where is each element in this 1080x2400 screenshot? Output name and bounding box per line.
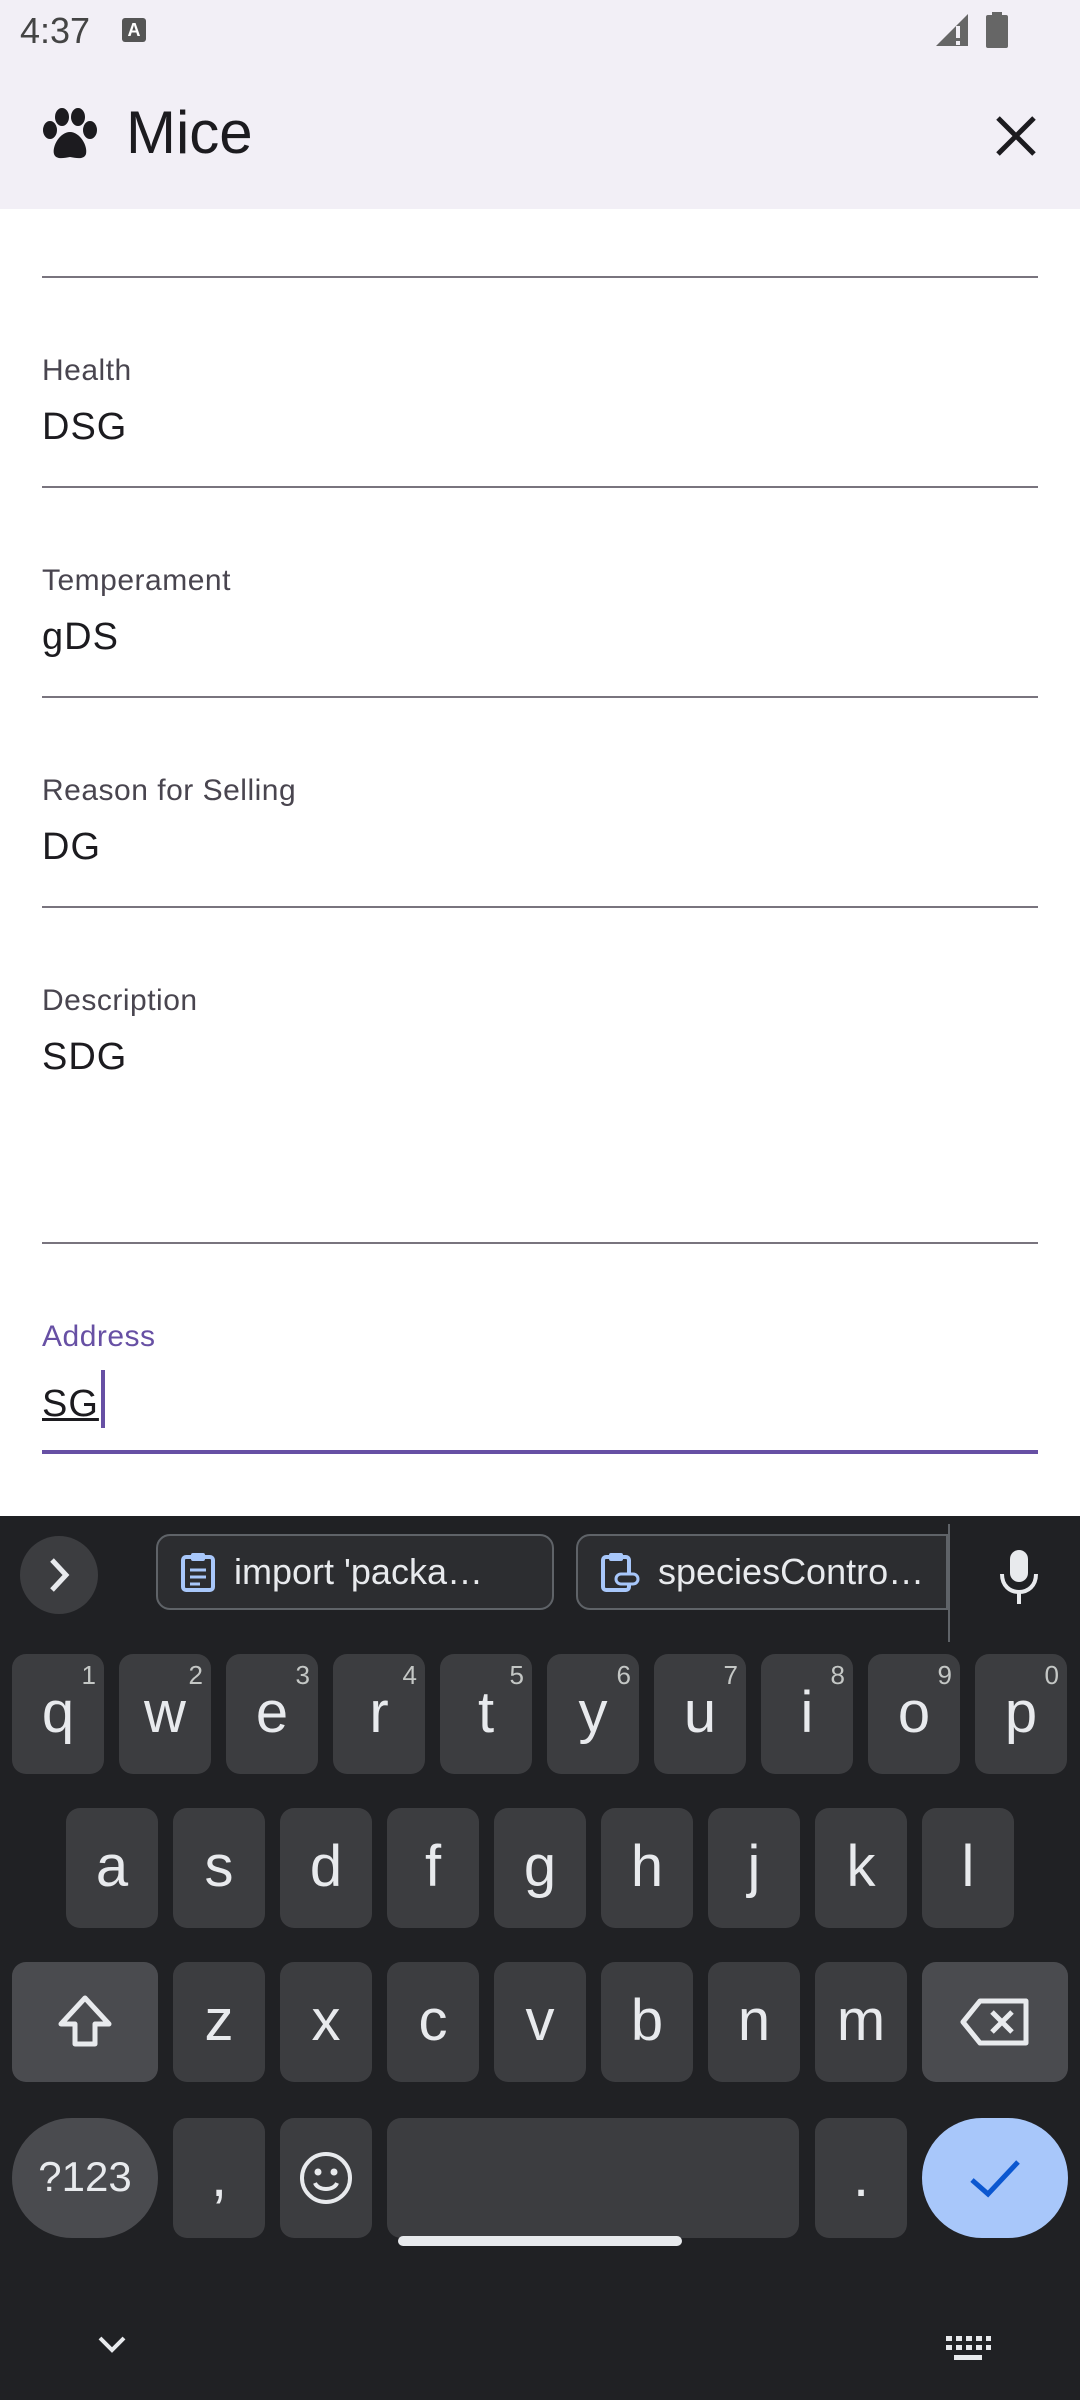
microphone-icon[interactable] — [998, 1548, 1040, 1606]
symbols-key[interactable]: ?123 — [12, 2118, 158, 2238]
clipboard-chip[interactable]: import 'packa… — [156, 1534, 554, 1610]
key-v[interactable]: v — [494, 1962, 586, 2082]
field-underline-focused — [42, 1450, 1038, 1454]
page-title: Mice — [126, 99, 253, 166]
form-field-partial[interactable] — [42, 209, 1038, 279]
emoji-icon — [300, 2152, 352, 2204]
gesture-nav-bar[interactable] — [398, 2236, 682, 2246]
address-label: Address — [42, 1320, 156, 1353]
key-b[interactable]: b — [601, 1962, 693, 2082]
field-underline — [42, 906, 1038, 908]
temperament-label: Temperament — [42, 564, 231, 597]
status-time: 4:37 — [20, 10, 91, 51]
health-value: DSG — [42, 406, 128, 448]
key-m[interactable]: m — [815, 1962, 907, 2082]
shift-icon — [58, 1995, 112, 2047]
backspace-icon — [960, 1998, 1029, 2046]
key-f[interactable]: f — [387, 1808, 479, 1928]
paw-icon — [43, 108, 97, 159]
key-g[interactable]: g — [494, 1808, 586, 1928]
reason-for-selling-value: DG — [42, 826, 101, 868]
key-x[interactable]: x — [280, 1962, 372, 2082]
hide-keyboard-icon[interactable] — [92, 2330, 132, 2360]
key-t[interactable]: t5 — [440, 1654, 532, 1774]
close-icon[interactable] — [990, 110, 1042, 162]
key-h[interactable]: h — [601, 1808, 693, 1928]
key-d[interactable]: d — [280, 1808, 372, 1928]
on-screen-keyboard: import 'packa… speciesContro… q1 w2 e3 r… — [0, 1516, 1080, 2400]
divider — [948, 1524, 950, 1642]
reason-for-selling-label: Reason for Selling — [42, 774, 297, 807]
key-l[interactable]: l — [922, 1808, 1014, 1928]
key-w[interactable]: w2 — [119, 1654, 211, 1774]
backspace-key[interactable] — [922, 1962, 1068, 2082]
chevron-right-icon — [50, 1558, 70, 1592]
address-field[interactable]: Address SG — [42, 1316, 1038, 1456]
shift-key[interactable] — [12, 1962, 158, 2082]
clipboard-chip[interactable]: speciesContro… — [576, 1534, 948, 1610]
temperament-field[interactable]: Temperament gDS — [42, 560, 1038, 700]
comma-key[interactable]: , — [173, 2118, 265, 2238]
field-underline — [42, 486, 1038, 488]
text-cursor — [100, 1370, 105, 1428]
key-z[interactable]: z — [173, 1962, 265, 2082]
battery-icon — [986, 12, 1008, 48]
temperament-value: gDS — [42, 616, 119, 658]
field-underline — [42, 276, 1038, 278]
key-q[interactable]: q1 — [12, 1654, 104, 1774]
enter-key[interactable] — [922, 2118, 1068, 2238]
key-a[interactable]: a — [66, 1808, 158, 1928]
notification-icon: A — [122, 18, 146, 42]
key-s[interactable]: s — [173, 1808, 265, 1928]
expand-toolbar-button[interactable] — [20, 1536, 98, 1614]
key-u[interactable]: u7 — [654, 1654, 746, 1774]
key-r[interactable]: r4 — [333, 1654, 425, 1774]
field-underline — [42, 1242, 1038, 1244]
checkmark-icon — [970, 2160, 1020, 2198]
key-p[interactable]: p0 — [975, 1654, 1067, 1774]
emoji-key[interactable] — [280, 2118, 372, 2238]
health-field[interactable]: Health DSG — [42, 350, 1038, 490]
signal-icon — [936, 14, 968, 46]
key-y[interactable]: y6 — [547, 1654, 639, 1774]
clipboard-chip-text: import 'packa… — [234, 1551, 483, 1592]
clipboard-link-icon — [601, 1553, 640, 1592]
key-o[interactable]: o9 — [868, 1654, 960, 1774]
key-e[interactable]: e3 — [226, 1654, 318, 1774]
key-k[interactable]: k — [815, 1808, 907, 1928]
field-underline — [42, 696, 1038, 698]
app-header: 4:37 A Mice — [0, 0, 1080, 209]
key-i[interactable]: i8 — [761, 1654, 853, 1774]
reason-for-selling-field[interactable]: Reason for Selling DG — [42, 770, 1038, 910]
keyboard-suggestion-row: import 'packa… speciesContro… — [0, 1516, 1080, 1642]
description-value: SDG — [42, 1036, 128, 1078]
space-key[interactable] — [387, 2118, 799, 2238]
keyboard-switch-icon[interactable] — [944, 2334, 992, 2364]
description-field[interactable]: Description SDG — [42, 980, 1038, 1246]
address-value: SG — [42, 1370, 105, 1428]
key-j[interactable]: j — [708, 1808, 800, 1928]
key-c[interactable]: c — [387, 1962, 479, 2082]
clipboard-chip-text: speciesContro… — [658, 1551, 925, 1592]
key-n[interactable]: n — [708, 1962, 800, 2082]
health-label: Health — [42, 354, 132, 387]
clipboard-icon — [181, 1553, 215, 1592]
period-key[interactable]: . — [815, 2118, 907, 2238]
description-label: Description — [42, 984, 198, 1017]
